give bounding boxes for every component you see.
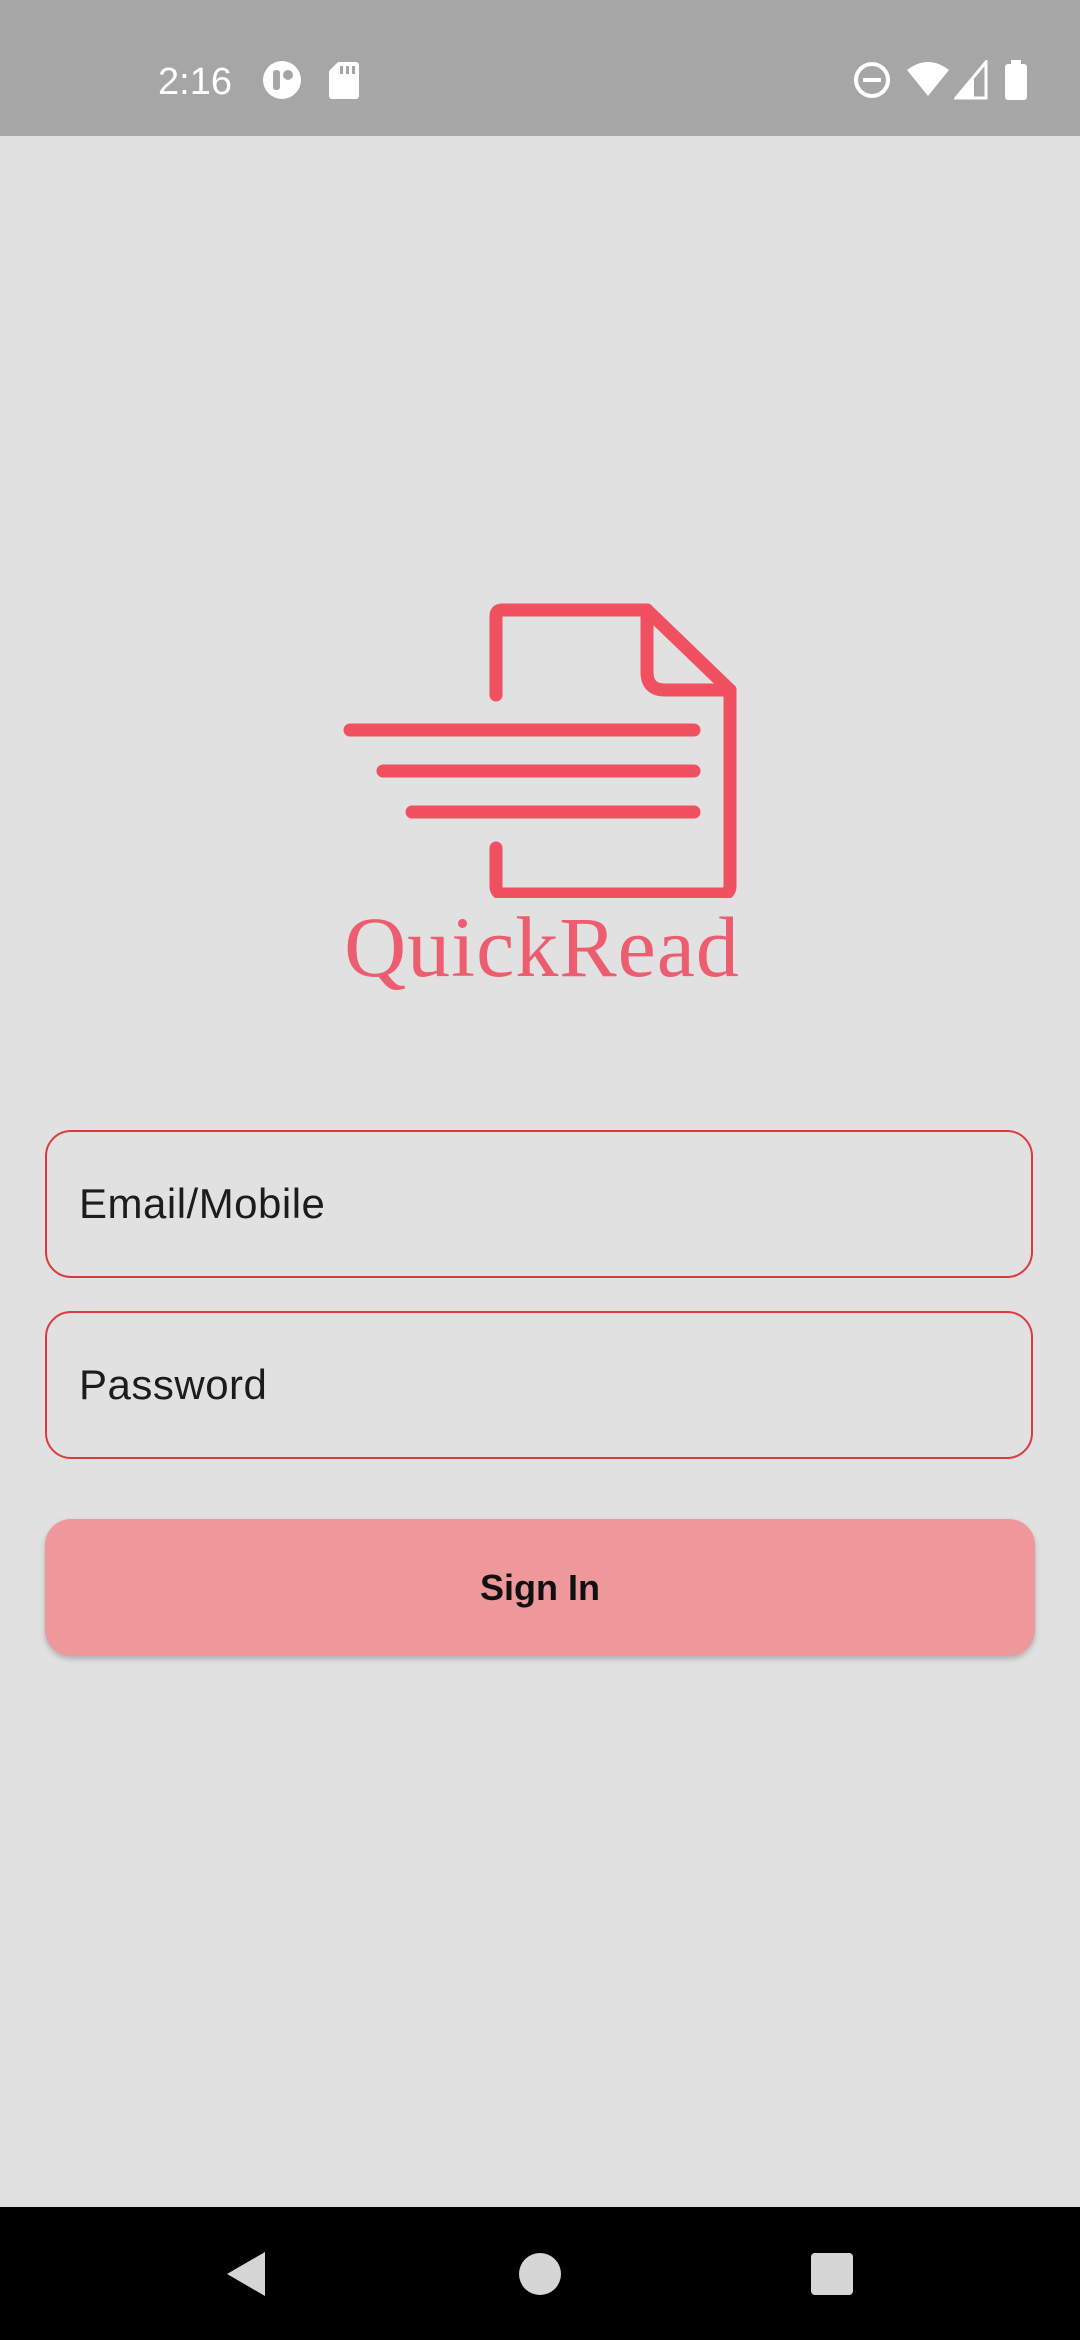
email-input[interactable]	[47, 1132, 1031, 1276]
back-icon	[227, 2251, 265, 2296]
email-field[interactable]	[45, 1130, 1033, 1278]
status-time: 2:16	[158, 61, 232, 103]
battery-icon	[1004, 60, 1028, 105]
app-notification-icon	[262, 60, 302, 105]
home-button[interactable]	[470, 2207, 610, 2340]
wifi-icon	[906, 60, 950, 105]
recents-icon	[811, 2252, 853, 2295]
home-icon	[519, 2252, 561, 2295]
password-input[interactable]	[47, 1313, 1031, 1457]
document-fast-icon	[343, 603, 737, 901]
cellular-signal-icon	[952, 57, 988, 105]
sd-card-icon	[328, 60, 360, 105]
do-not-disturb-icon	[852, 60, 892, 105]
sign-in-button[interactable]: Sign In	[45, 1519, 1035, 1656]
status-bar: 2:16	[0, 0, 1080, 136]
recents-button[interactable]	[762, 2207, 902, 2340]
navigation-bar	[0, 2207, 1080, 2340]
app-name: QuickRead	[344, 899, 740, 995]
password-field[interactable]	[45, 1311, 1033, 1459]
back-button[interactable]	[175, 2207, 315, 2340]
